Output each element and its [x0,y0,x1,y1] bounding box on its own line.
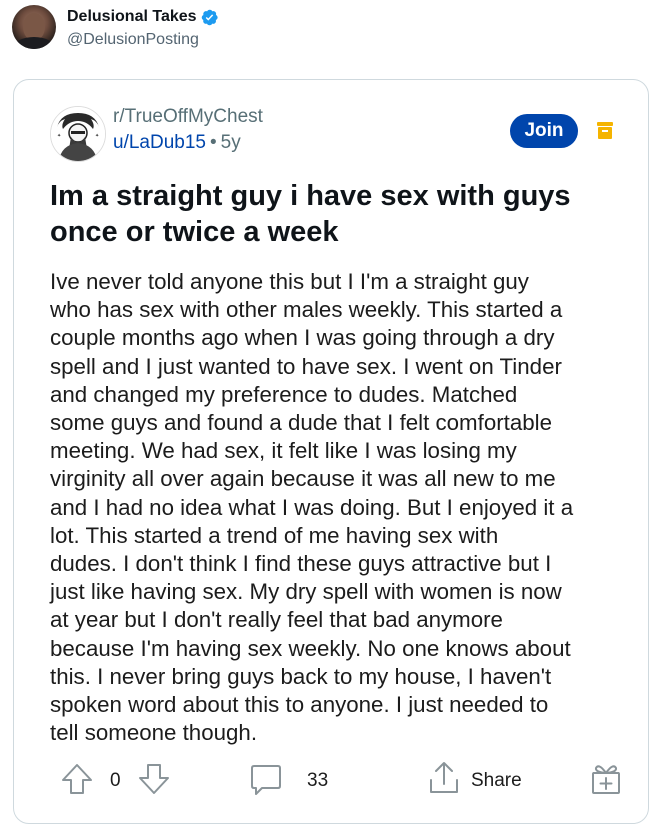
post-body-line: at year but I don't really feel that bad… [50,607,503,633]
post-body-line: some guys and found a dude that I felt c… [50,410,552,436]
reddit-post-card[interactable]: ✦ ✦ r/TrueOffMyChest u/LaDub15 • 5y Join I… [13,79,649,824]
post-body-line: just like having sex. My dry spell with … [50,579,562,605]
post-body-line: Ive never told anyone this but I I'm a s… [50,269,529,294]
post-body-line: spoken word about this to anyone. I just… [50,692,549,718]
name-row: Delusional Takes [67,7,219,27]
share-label[interactable]: Share [471,770,522,792]
post-meta: r/TrueOffMyChest u/LaDub15 • 5y [113,105,263,155]
post-body-line: who has sex with other males weekly. Thi… [50,297,563,323]
author-row: u/LaDub15 • 5y [113,131,263,155]
comment-bubble-icon [251,765,281,795]
comments-button[interactable] [248,762,284,798]
post-body-line: and changed my preference to dudes. Matc… [50,381,518,407]
post-action-bar: 0 33 Share [14,760,648,800]
post-body-line: couple months ago when I was going throu… [50,325,555,351]
post-body-line: and I had no idea what I was doing. But … [50,494,574,520]
downvote-button[interactable] [137,762,171,796]
post-age: 5y [220,132,241,153]
award-button[interactable] [588,760,624,796]
avatar-shoulders [14,37,54,49]
post-body-line: spell and I just wanted to have sex. I w… [50,353,562,379]
svg-text:✦: ✦ [95,133,99,139]
upvote-arrow-icon [62,764,92,794]
comment-count: 33 [307,770,329,791]
tweet-author-info: Delusional Takes @DelusionPosting [67,7,219,50]
post-body-line: because I'm having sex weekly. No one kn… [50,635,571,661]
meta-separator: • [209,132,217,153]
post-title: Im a straight guy i have sex with guys o… [50,180,571,248]
user-avatar[interactable] [12,5,56,49]
subreddit-avatar-art: ✦ ✦ [51,107,105,161]
upvote-button[interactable] [60,762,94,796]
display-name[interactable]: Delusional Takes [67,7,197,27]
share-upload-icon [430,762,458,793]
svg-text:✦: ✦ [57,133,61,139]
user-handle[interactable]: @DelusionPosting [67,30,219,50]
post-body-line: virginity all over again because it was … [50,466,556,492]
share-button[interactable] [426,760,462,796]
verified-badge-icon [201,9,218,25]
post-body-line: meeting. We had sex, it felt like I was … [50,438,517,464]
subreddit-name[interactable]: r/TrueOffMyChest [113,105,263,129]
downvote-arrow-icon [139,764,169,794]
tweet-header: Delusional Takes @DelusionPosting [12,5,219,50]
award-gift-icon [592,765,620,794]
join-button[interactable]: Join [510,114,578,148]
post-body-line: this. I never bring guys back to my hous… [50,663,552,689]
vote-count: 0 [110,770,121,791]
post-body-line: lot. This started a trend of me having s… [50,522,499,548]
post-body-line: dudes. I don't think I find these guys a… [50,551,552,577]
post-author[interactable]: u/LaDub15 [113,132,206,153]
post-body: Ive never told anyone this but I I'm a s… [50,268,628,747]
save-icon[interactable] [597,122,613,140]
post-body-line: tell someone though. [50,720,258,746]
subreddit-avatar[interactable]: ✦ ✦ [50,106,106,162]
